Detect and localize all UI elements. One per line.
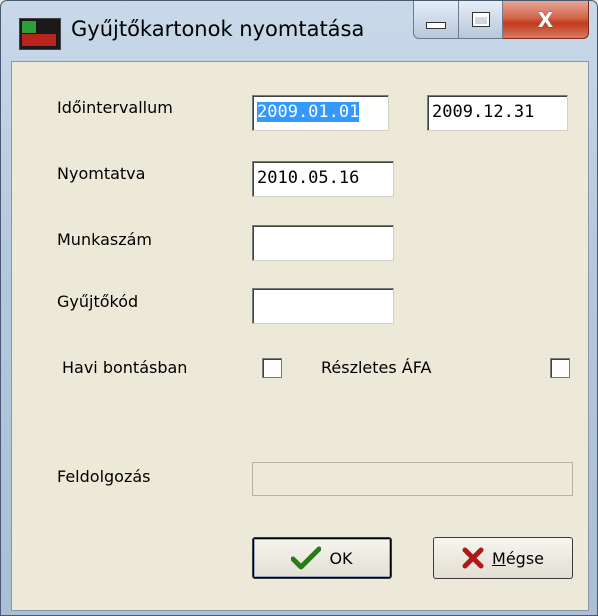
collector-code-field[interactable] xyxy=(252,288,394,324)
maximize-button[interactable] xyxy=(459,1,503,39)
window-title: Gyűjtőkartonok nyomtatása xyxy=(71,17,365,41)
app-icon xyxy=(19,18,61,50)
dialog-window: Gyűjtőkartonok nyomtatása X Időintervall… xyxy=(0,0,598,616)
job-number-label: Munkaszám xyxy=(57,230,152,249)
interval-to-field[interactable]: 2009.12.31 xyxy=(427,95,568,131)
cancel-label: Mégse xyxy=(492,548,544,568)
ok-label: OK xyxy=(329,548,353,568)
monthly-breakdown-checkbox[interactable] xyxy=(262,358,282,378)
printed-date-field[interactable]: 2010.05.16 xyxy=(252,161,394,197)
cancel-button[interactable]: Mégse xyxy=(433,537,573,579)
processing-label: Feldolgozás xyxy=(57,467,151,486)
printed-label: Nyomtatva xyxy=(57,164,146,183)
minimize-icon xyxy=(426,22,446,29)
ok-button[interactable]: OK xyxy=(252,537,392,579)
cancel-x-icon xyxy=(462,547,484,569)
interval-label: Időintervallum xyxy=(57,98,173,117)
interval-from-value: 2009.01.01 xyxy=(257,102,360,122)
title-bar[interactable]: Gyűjtőkartonok nyomtatása X xyxy=(1,1,597,61)
processing-progress-bar xyxy=(252,462,573,496)
monthly-breakdown-label: Havi bontásban xyxy=(62,358,188,377)
collector-code-label: Gyűjtőkód xyxy=(57,292,139,311)
job-number-field[interactable] xyxy=(252,225,394,261)
close-button[interactable]: X xyxy=(503,1,589,39)
detailed-vat-checkbox[interactable] xyxy=(550,358,570,378)
minimize-button[interactable] xyxy=(413,1,459,39)
dialog-client-area: Időintervallum 2009.01.01 2009.12.31 Nyo… xyxy=(11,61,589,611)
maximize-icon xyxy=(471,12,490,27)
printed-date-value: 2010.05.16 xyxy=(257,168,360,188)
close-icon: X xyxy=(537,7,554,32)
interval-from-field[interactable]: 2009.01.01 xyxy=(252,95,389,131)
caption-buttons: X xyxy=(413,1,589,41)
detailed-vat-label: Részletes ÁFA xyxy=(321,358,432,377)
interval-to-value: 2009.12.31 xyxy=(432,102,535,122)
checkmark-icon xyxy=(291,546,322,570)
